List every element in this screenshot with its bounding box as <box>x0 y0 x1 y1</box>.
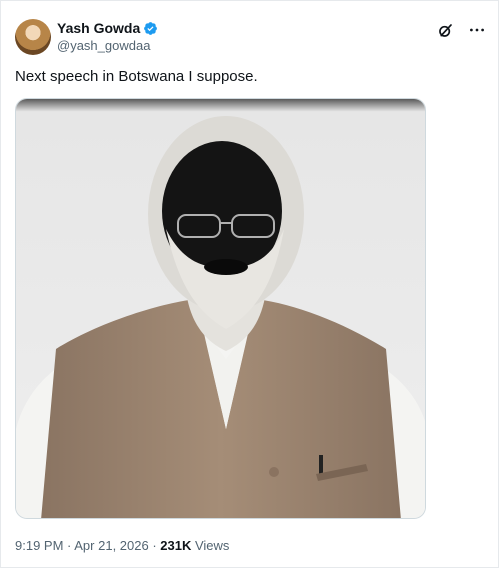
tweet-meta: 9:19 PM · Apr 21, 2026 · 231K Views <box>15 538 229 554</box>
views-count: 231K <box>160 538 192 553</box>
views-label: Views <box>191 538 230 553</box>
meta-separator: · <box>148 538 161 553</box>
avatar[interactable] <box>15 19 51 55</box>
display-name-row: Yash Gowda <box>57 20 158 37</box>
verified-badge-icon[interactable] <box>143 21 158 36</box>
photo-illustration <box>16 99 425 518</box>
display-name[interactable]: Yash Gowda <box>57 20 140 37</box>
top-actions <box>436 21 486 39</box>
grok-icon[interactable] <box>436 21 454 39</box>
meta-separator: · <box>63 538 75 553</box>
tweet-header: Yash Gowda @yash_gowdaa <box>15 19 158 55</box>
more-options-icon[interactable] <box>468 21 486 39</box>
handle[interactable]: @yash_gowdaa <box>57 37 158 54</box>
tweet-text: Next speech in Botswana I suppose. <box>15 68 258 85</box>
author-names: Yash Gowda @yash_gowdaa <box>57 20 158 54</box>
post-time[interactable]: 9:19 PM <box>15 538 63 553</box>
post-date[interactable]: Apr 21, 2026 <box>74 538 148 553</box>
media-image[interactable] <box>15 98 426 519</box>
tweet-card: Yash Gowda @yash_gowdaa Next speech in B… <box>0 0 499 568</box>
